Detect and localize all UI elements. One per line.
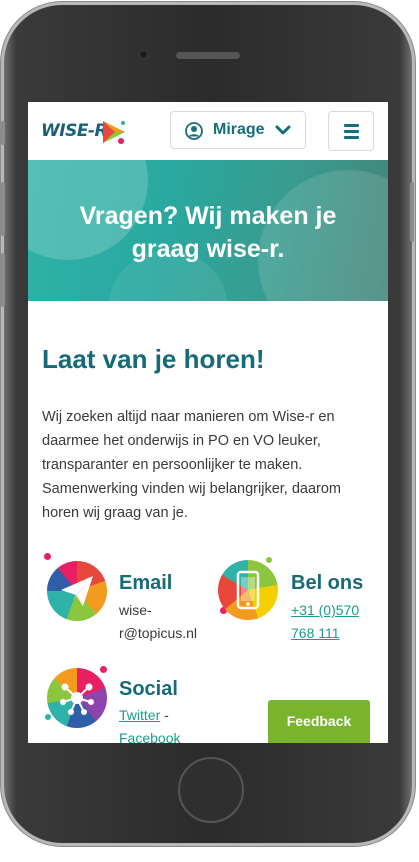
- decor-dot: [100, 666, 107, 673]
- network-icon: [60, 683, 94, 715]
- twitter-link[interactable]: Twitter: [119, 707, 160, 723]
- account-label: Mirage: [213, 121, 265, 138]
- hero-banner: Vragen? Wij maken je graag wise-r.: [28, 160, 388, 301]
- wise-r-logo[interactable]: WISE-R: [41, 117, 125, 147]
- intro-paragraph: Wij zoeken altijd naar manieren om Wise-…: [42, 409, 342, 521]
- hamburger-line: [344, 136, 359, 139]
- hero-title: Vragen? Wij maken je graag wise-r.: [28, 200, 388, 266]
- hamburger-menu-icon: [344, 124, 359, 127]
- volume-down-button: [1, 253, 5, 307]
- email-address[interactable]: wise- r@topicus.nl: [119, 599, 197, 645]
- phone-link[interactable]: 768 111: [291, 622, 359, 645]
- feedback-button[interactable]: Feedback: [268, 700, 370, 743]
- social-links: Twitter - Facebook: [119, 704, 180, 743]
- social-icon-badge: [47, 668, 107, 728]
- facebook-link[interactable]: Facebook: [119, 727, 180, 743]
- social-title: Social: [119, 678, 178, 700]
- user-circle-icon: [185, 122, 203, 140]
- account-dropdown[interactable]: Mirage: [170, 111, 306, 149]
- email-icon-badge: [47, 561, 107, 621]
- front-camera: [139, 50, 148, 59]
- page-heading: Laat van je horen!: [42, 344, 265, 374]
- phone-icon-badge: [218, 560, 278, 620]
- power-button: [410, 182, 414, 242]
- hamburger-menu-button[interactable]: [328, 111, 374, 151]
- email-line: wise-: [119, 602, 152, 618]
- decor-dot: [45, 714, 51, 720]
- hero-title-line: Vragen? Wij maken je: [79, 202, 337, 230]
- site-header: WISE-R Mirage: [28, 102, 388, 160]
- logo-text: WISE-R: [41, 121, 108, 141]
- hamburger-line: [344, 130, 359, 133]
- decor-dot: [44, 553, 51, 560]
- logo-mark-icon: [103, 121, 125, 144]
- link-separator: -: [160, 707, 169, 723]
- volume-up-button: [1, 182, 5, 236]
- paper-plane-icon: [61, 576, 93, 606]
- earpiece-speaker: [176, 52, 240, 59]
- email-line: r@topicus.nl: [119, 625, 198, 641]
- smartphone-icon: [236, 570, 260, 610]
- phone-title: Bel ons: [291, 572, 364, 594]
- email-title: Email: [119, 572, 173, 594]
- screen: WISE-R Mirage Vragen? Wij maken je graag…: [28, 102, 388, 743]
- home-button[interactable]: [178, 757, 244, 823]
- phone-number[interactable]: +31 (0)570 768 111: [291, 599, 359, 645]
- mute-switch: [1, 121, 5, 145]
- hero-title-line: graag wise-r.: [131, 235, 285, 263]
- phone-link[interactable]: +31 (0)570: [291, 599, 359, 622]
- decor-dot: [266, 557, 272, 563]
- chevron-down-icon: [275, 125, 291, 135]
